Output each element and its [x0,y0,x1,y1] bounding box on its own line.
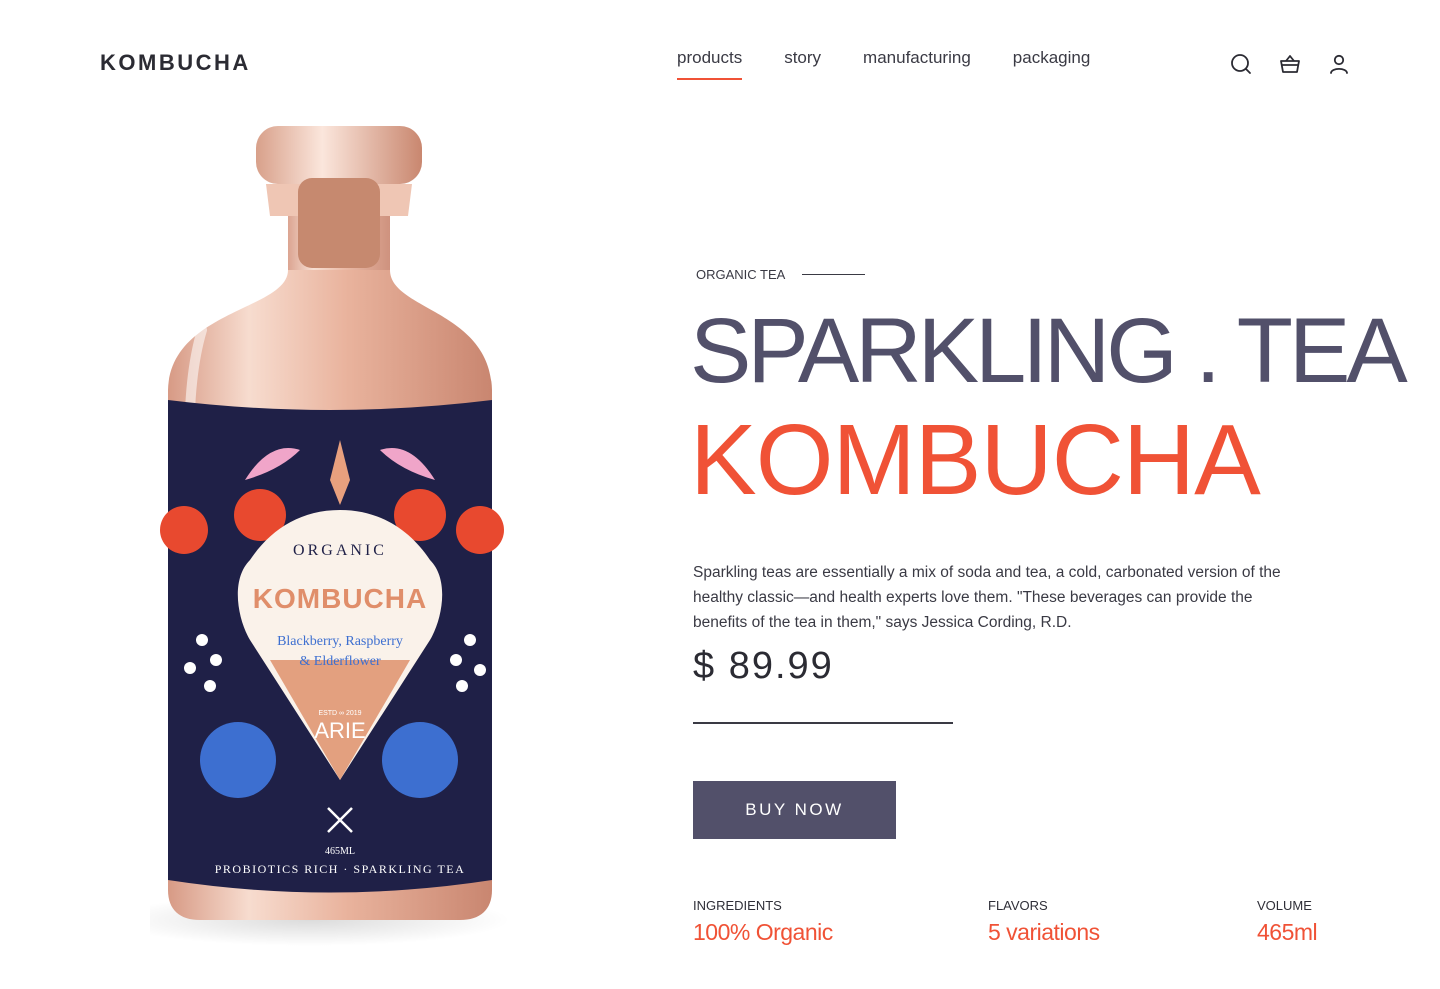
product-price: $ 89.99 [693,645,834,687]
eyebrow-line [802,273,866,276]
label-flavor-1: Blackberry, Raspberry [277,634,403,649]
brand-logo[interactable]: KOMBUCHA [100,50,251,76]
basket-icon[interactable] [1278,52,1302,76]
main-nav: products story manufacturing packaging [677,48,1132,80]
nav-item-products[interactable]: products [677,48,743,80]
stat-label: VOLUME [1257,898,1312,913]
nav-item-manufacturing[interactable]: manufacturing [863,48,971,78]
stat-volume: VOLUME 465ml [1257,898,1318,946]
stat-label: FLAVORS [988,898,1048,913]
nav-item-packaging[interactable]: packaging [1013,48,1091,78]
stat-value: 465ml [1257,919,1318,945]
label-maker: ARIE [314,718,365,743]
headline-primary: SPARKLING . TEA [690,300,1408,402]
headline-secondary: KOMBUCHA [690,404,1261,516]
eyebrow-text: ORGANIC TEA [696,267,786,282]
stat-ingredients: INGREDIENTS 100% Organic [693,898,833,946]
product-bottle-image: ORGANIC KOMBUCHA Blackberry, Raspberry &… [150,120,530,960]
label-tagline: PROBIOTICS RICH · SPARKLING TEA [215,862,466,876]
nav-item-story[interactable]: story [784,48,821,78]
eyebrow: ORGANIC TEA [696,267,866,282]
stat-flavors: FLAVORS 5 variations [988,898,1100,946]
stat-value: 5 variations [988,919,1100,945]
label-flavor-2: & Elderflower [299,654,381,669]
buy-now-button[interactable]: BUY NOW [693,781,896,839]
label-estd: ESTD ∞ 2019 [318,710,361,717]
stat-value: 100% Organic [693,919,833,945]
header-icons [1229,52,1376,76]
product-description: Sparkling teas are essentially a mix of … [693,563,1281,631]
search-icon[interactable] [1229,52,1253,76]
label-organic: ORGANIC [293,542,387,559]
price-divider [693,722,953,724]
user-icon[interactable] [1327,52,1351,76]
label-brand: KOMBUCHA [253,583,427,614]
stat-label: INGREDIENTS [693,898,782,913]
label-volume: 465ML [325,846,355,857]
